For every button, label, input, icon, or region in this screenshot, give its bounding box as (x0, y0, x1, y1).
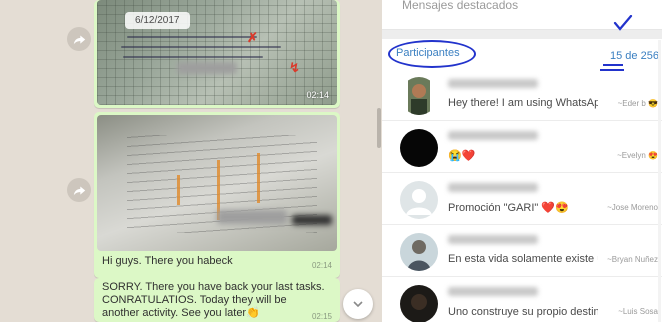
dark-avatar-icon (400, 129, 438, 167)
message-image[interactable] (97, 115, 337, 251)
participant-row[interactable]: En esta vida solamente existe un... ~Bry… (382, 225, 662, 277)
starred-messages-label: Mensajes destacados (402, 0, 519, 12)
dark-photo-avatar-icon (400, 285, 438, 322)
message-time: 02:14 (306, 90, 329, 100)
participant-status: Promoción "GARI" ❤️😍 (448, 202, 569, 214)
section-divider (382, 30, 662, 39)
participant-push-name: ~Evelyn 😍 (617, 151, 658, 160)
participants-count[interactable]: 15 de 256 (610, 50, 659, 62)
scroll-down-button[interactable] (343, 289, 373, 319)
annotation-check-icon (613, 15, 633, 31)
participant-push-name: ~Jose Moreno (607, 203, 658, 212)
participant-push-name: ~Eder b 😎 (617, 99, 658, 108)
info-scrollbar[interactable] (658, 40, 661, 322)
image-message-bubble[interactable]: ✗ ↯ 6/12/2017 02:14 (94, 0, 340, 108)
group-info-panel: Mensajes destacados Participantes 15 de … (382, 0, 662, 322)
forward-icon[interactable] (67, 178, 91, 202)
chevron-down-icon (353, 301, 363, 308)
message-text: SORRY. There you have back your last tas… (102, 281, 325, 319)
photo-man-icon (400, 77, 438, 115)
participant-push-name: ~Bryan Nuñez (607, 255, 658, 264)
chat-scrollbar[interactable] (377, 108, 381, 148)
blurred-phone-number (448, 287, 538, 296)
participant-status: En esta vida solamente existe un... (448, 253, 598, 265)
blurred-phone-number (448, 131, 538, 140)
date-label: 6/12/2017 (125, 12, 190, 29)
annotation-underline (603, 64, 623, 66)
participants-title: Participantes (396, 47, 460, 59)
blurred-phone-number (448, 79, 538, 88)
blurred-phone-number (448, 183, 538, 192)
chat-pane[interactable]: ✗ ↯ 6/12/2017 02:14 Hi guys. There you h… (0, 0, 382, 322)
participant-row[interactable]: Hey there! I am using WhatsApp. ~Eder b … (382, 69, 662, 121)
photo-avatar-icon (400, 233, 438, 271)
default-avatar-icon (400, 181, 438, 219)
image-message-bubble[interactable]: Hi guys. There you habeck 02:14 (94, 112, 340, 278)
blurred-phone-number (448, 235, 538, 244)
message-time: 02:14 (311, 261, 332, 270)
text-message-bubble[interactable]: SORRY. There you have back your last tas… (94, 278, 340, 322)
participants-header: Participantes 15 de 256 (382, 15, 662, 71)
participant-push-name: ~Luis Sosa (618, 307, 658, 316)
participant-row[interactable]: Promoción "GARI" ❤️😍 ~Jose Moreno (382, 173, 662, 225)
participant-status: 😭❤️ (448, 150, 476, 162)
forward-icon[interactable] (67, 27, 91, 51)
participant-status: Hey there! I am using WhatsApp. (448, 97, 598, 109)
image-caption: Hi guys. There you habeck (102, 255, 233, 267)
participant-status: Uno construye su propio destino 😊 (448, 306, 598, 318)
message-image[interactable]: ✗ ↯ 6/12/2017 02:14 (97, 0, 337, 105)
participant-row[interactable]: 😭❤️ ~Evelyn 😍 (382, 121, 662, 173)
message-time: 02:15 (311, 312, 332, 321)
participant-row[interactable]: Uno construye su propio destino 😊 ~Luis … (382, 277, 662, 322)
